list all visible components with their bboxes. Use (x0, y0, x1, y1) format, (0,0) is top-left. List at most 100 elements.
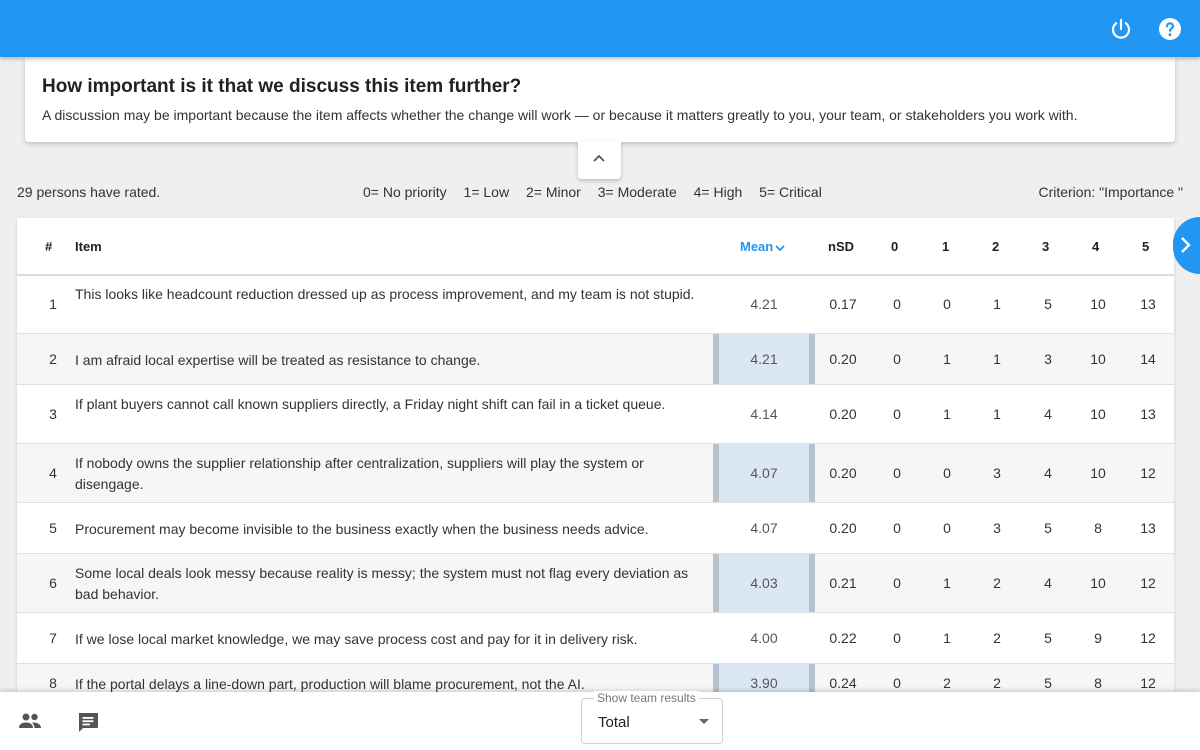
count-0: 0 (893, 465, 901, 481)
mean-value: 4.07 (750, 465, 778, 481)
header-count-2[interactable]: 2 (992, 239, 999, 254)
count-2: 1 (993, 296, 1001, 312)
table-row[interactable]: 1 This looks like headcount reduction dre… (17, 276, 1174, 334)
table-header: # Item Mean nSD 0 1 2 3 4 5 (17, 218, 1174, 276)
count-5: 14 (1140, 351, 1156, 367)
rating-scale-legend: 0= No priority 1= Low 2= Minor 3= Modera… (363, 184, 835, 200)
row-number: 5 (49, 520, 57, 536)
question-title: How important is it that we discuss this… (42, 76, 522, 97)
table-row[interactable]: 3 If plant buyers cannot call known suppl… (17, 385, 1174, 444)
count-0: 0 (893, 351, 901, 367)
item-text: I am afraid local expertise will be trea… (75, 352, 481, 368)
header-count-5[interactable]: 5 (1142, 239, 1149, 254)
select-value: Total (598, 714, 630, 731)
table-row[interactable]: 7 If we lose local market knowledge, we m… (17, 613, 1174, 664)
chevron-right-icon (1181, 237, 1191, 253)
count-4: 10 (1090, 406, 1106, 422)
question-card: How important is it that we discuss this… (25, 57, 1175, 142)
header-count-0[interactable]: 0 (891, 239, 898, 254)
count-0: 0 (893, 675, 901, 691)
mean-value: 4.21 (750, 351, 778, 367)
header-num: # (45, 239, 53, 254)
row-number: 4 (49, 465, 57, 481)
count-3: 4 (1044, 575, 1052, 591)
count-2: 2 (993, 630, 1001, 646)
table-row[interactable]: 8 If the portal delays a line-down part, … (17, 664, 1174, 693)
nsd-value: 0.20 (829, 520, 857, 536)
item-text: If we lose local market knowledge, we ma… (75, 631, 638, 647)
next-page-button[interactable] (1173, 217, 1200, 274)
collapse-card-button[interactable] (578, 141, 621, 179)
item-text: This looks like headcount reduction dres… (75, 286, 695, 302)
results-table: # Item Mean nSD 0 1 2 3 4 5 1 This looks … (17, 218, 1174, 693)
nsd-value: 0.20 (829, 465, 857, 481)
row-number: 2 (49, 351, 57, 367)
count-3: 3 (1044, 351, 1052, 367)
nsd-value: 0.20 (829, 406, 857, 422)
count-1: 1 (943, 575, 951, 591)
count-1: 1 (943, 630, 951, 646)
nsd-value: 0.20 (829, 351, 857, 367)
mean-value: 4.07 (750, 520, 778, 536)
count-5: 12 (1140, 575, 1156, 591)
count-3: 5 (1044, 630, 1052, 646)
table-row[interactable]: 5 Procurement may become invisible to the… (17, 503, 1174, 554)
count-4: 10 (1090, 296, 1106, 312)
count-0: 0 (893, 296, 901, 312)
count-1: 0 (943, 520, 951, 536)
mean-value: 4.03 (750, 575, 778, 591)
dropdown-arrow-icon (699, 719, 709, 724)
criterion-label: Criterion: "Importance " (1038, 184, 1183, 200)
count-4: 9 (1094, 630, 1102, 646)
scale-entry: 3= Moderate (597, 184, 677, 200)
header-count-4[interactable]: 4 (1092, 239, 1099, 254)
item-text: Procurement may become invisible to the … (75, 521, 649, 537)
team-results-select[interactable]: Show team results Total (581, 691, 723, 744)
header-item[interactable]: Item (75, 239, 102, 254)
mean-value: 4.14 (750, 406, 778, 422)
nsd-value: 0.22 (829, 630, 857, 646)
count-2: 2 (993, 675, 1001, 691)
count-3: 5 (1044, 296, 1052, 312)
count-4: 10 (1090, 351, 1106, 367)
nsd-value: 0.21 (829, 575, 857, 591)
count-5: 13 (1140, 520, 1156, 536)
scale-entry: 1= Low (463, 184, 510, 200)
count-1: 1 (943, 406, 951, 422)
count-4: 10 (1090, 465, 1106, 481)
mean-value: 4.00 (750, 630, 778, 646)
mean-value: 4.21 (750, 296, 778, 312)
row-number: 3 (49, 406, 57, 422)
question-description: A discussion may be important because th… (42, 107, 1078, 123)
count-5: 13 (1140, 406, 1156, 422)
count-2: 2 (993, 575, 1001, 591)
bottom-bar: Show team results Total (0, 691, 1200, 750)
row-number: 7 (49, 630, 57, 646)
header-mean[interactable]: Mean (740, 239, 785, 254)
mean-value: 3.90 (750, 675, 778, 691)
header-count-1[interactable]: 1 (942, 239, 949, 254)
count-1: 2 (943, 675, 951, 691)
count-1: 0 (943, 296, 951, 312)
count-1: 1 (943, 351, 951, 367)
count-5: 12 (1140, 675, 1156, 691)
select-label: Show team results (594, 691, 699, 705)
count-3: 4 (1044, 465, 1052, 481)
help-icon[interactable] (1158, 17, 1182, 41)
header-nsd[interactable]: nSD (828, 239, 854, 254)
table-row[interactable]: 6 Some local deals look messy because rea… (17, 554, 1174, 613)
power-icon[interactable] (1109, 17, 1133, 41)
count-4: 8 (1094, 520, 1102, 536)
chevron-up-icon (593, 154, 605, 162)
table-row[interactable]: 2 I am afraid local expertise will be tre… (17, 334, 1174, 385)
table-row[interactable]: 4 If nobody owns the supplier relationshi… (17, 444, 1174, 503)
header-count-3[interactable]: 3 (1042, 239, 1049, 254)
comment-icon[interactable] (77, 711, 99, 738)
count-0: 0 (893, 575, 901, 591)
count-4: 10 (1090, 575, 1106, 591)
count-5: 13 (1140, 296, 1156, 312)
count-3: 4 (1044, 406, 1052, 422)
count-5: 12 (1140, 630, 1156, 646)
group-icon[interactable] (18, 711, 42, 736)
row-number: 1 (49, 296, 57, 312)
